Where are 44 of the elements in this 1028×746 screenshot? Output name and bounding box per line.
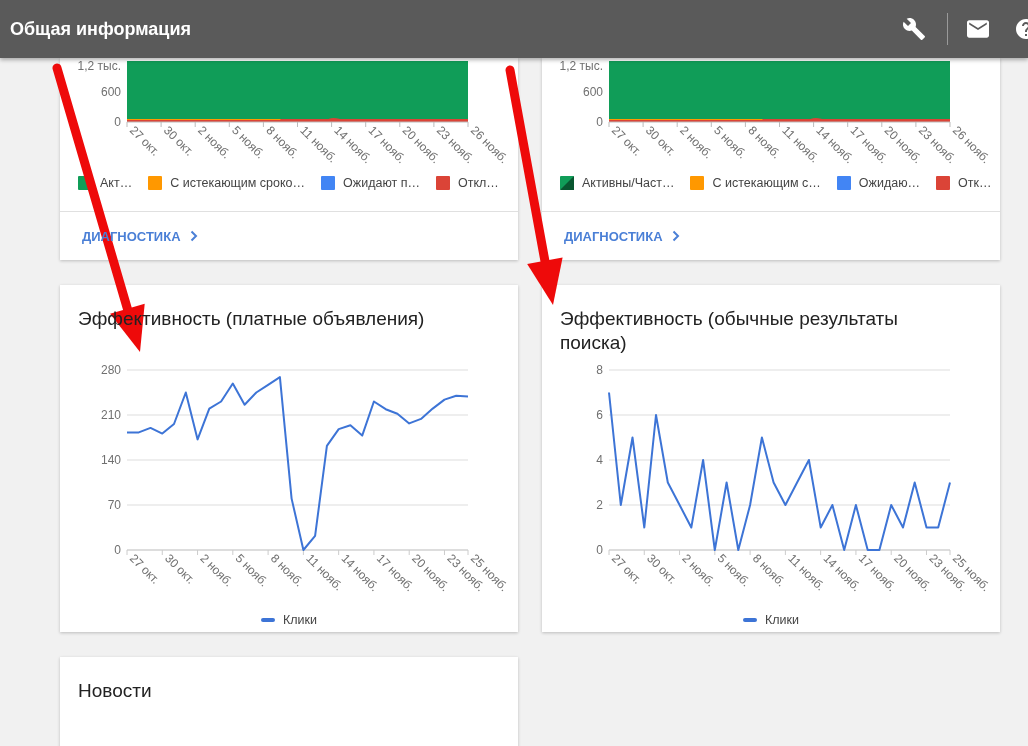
legend-label: Клики <box>283 613 317 627</box>
card-title: Эффективность (обычные результаты поиска) <box>559 307 899 355</box>
legend-label: Активны/Част… <box>582 176 675 190</box>
card-title: Новости <box>77 679 153 703</box>
axis-tick-label: 0 <box>114 543 121 557</box>
axis-tick-label: 2 <box>596 498 603 512</box>
axis-tick-label: 0 <box>596 115 603 129</box>
axis-tick-label: 70 <box>107 498 121 512</box>
chevron-icon <box>670 230 681 242</box>
axis-tick-label: 140 <box>100 453 121 467</box>
axis-tick-label: 4 <box>596 453 603 467</box>
mail-icon[interactable] <box>967 20 989 38</box>
axis-tick-label: 0 <box>596 543 603 557</box>
chevron-icon <box>188 230 199 242</box>
axis-tick-label: 600 <box>582 84 603 99</box>
axis-tick-label: 0 <box>114 115 121 129</box>
page-title: Общая информация <box>10 18 191 40</box>
legend-label: Отк… <box>958 176 992 190</box>
legend-swatch <box>743 618 757 622</box>
axis-tick-label: 27 окт. <box>608 123 645 159</box>
axis-tick-label: 27 окт. <box>608 551 645 587</box>
legend-label: С истекающим сроко… <box>170 176 306 190</box>
diagnostics-link[interactable]: ДИАГНОСТИКА <box>564 228 681 244</box>
axis-tick-label: 1,2 тыс. <box>559 59 603 73</box>
axis-tick-label: 1,2 тыс. <box>77 59 121 73</box>
axis-tick-label: 280 <box>100 363 121 377</box>
axis-tick-label: 30 окт. <box>162 551 198 587</box>
axis-tick-label: 6 <box>596 408 603 422</box>
axis-tick-label: 8 <box>596 363 603 377</box>
legend-label: Клики <box>765 613 799 627</box>
legend-label: Откл… <box>457 176 499 190</box>
legend-label: С истекающим с… <box>712 176 821 190</box>
axis-tick-label: 27 окт. <box>126 551 163 587</box>
legend-label: Ожидают п… <box>343 176 420 190</box>
axis-tick-label: 30 окт. <box>644 551 680 587</box>
legend-label: Акт… <box>100 176 133 190</box>
legend-swatch <box>261 618 275 622</box>
axis-tick-label: 30 окт. <box>161 123 197 159</box>
axis-tick-label: 30 окт. <box>643 123 679 159</box>
axis-tick-label: 210 <box>100 408 121 422</box>
axis-tick-label: 27 окт. <box>126 123 163 159</box>
legend-label: Ожидаю… <box>858 176 921 190</box>
wrench-icon[interactable] <box>902 17 926 41</box>
axis-tick-label: 600 <box>100 84 121 99</box>
